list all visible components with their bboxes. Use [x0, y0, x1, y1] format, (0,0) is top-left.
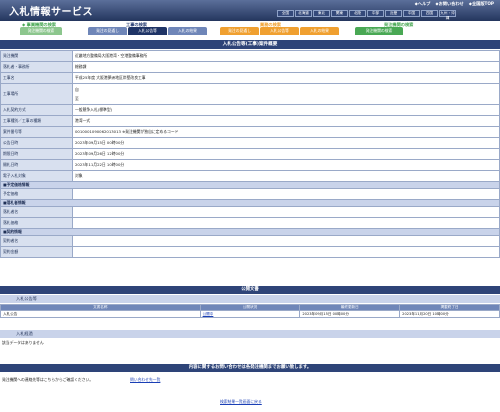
document-name: 入札公告: [0, 310, 201, 318]
row-label: 落札者・事務所: [0, 61, 73, 73]
tab-construction-notices[interactable]: 入札公告等: [128, 27, 167, 35]
public-docs-table: 文書名称 公開状況 最終更新日 掲載終了日 入札公告 公開中 2023年09月1…: [0, 304, 500, 318]
region-button[interactable]: 関東: [331, 10, 348, 17]
page-title: 入札公告等(工事)案件概要: [0, 40, 500, 49]
tab-agency-search-right[interactable]: 発注機関の検索: [355, 27, 403, 35]
contract-heading: ■契約情報: [0, 228, 500, 236]
document-status-link[interactable]: 公開中: [199, 310, 301, 318]
table-row: 入札契約方式 一般競争入札(標準型): [0, 104, 500, 116]
region-button[interactable]: 北海道: [295, 10, 312, 17]
tab-service-outlook[interactable]: 発注の見通し: [220, 27, 259, 35]
row-label: 電子入札対象: [0, 170, 73, 182]
region-button[interactable]: 北陸: [349, 10, 366, 17]
section-row: ■契約情報: [0, 228, 500, 236]
tab-service-notices[interactable]: 入札公告等: [260, 27, 299, 35]
row-value: 総務課: [72, 61, 500, 73]
no-data-message: 該当データはありません: [2, 340, 44, 345]
section-row: ■落札者情報: [0, 199, 500, 207]
row-label: 入札契約方式: [0, 104, 73, 116]
row-value: [72, 217, 500, 229]
table-row: 案件番号等 0010001090062013013 ※発注機関が独自に定めるコード: [0, 126, 500, 138]
row-value: 0010001090062013013 ※発注機関が独自に定めるコード: [72, 126, 500, 138]
tab-service-results[interactable]: 入札の結果: [300, 27, 339, 35]
row-label: 工事場所: [0, 83, 73, 105]
row-label: 期限日時: [0, 148, 73, 160]
table-row: 予定価格: [0, 188, 500, 200]
row-value: [72, 188, 500, 200]
region-buttons: 全国 北海道 東北 関東 北陸 中部 近畿 中国 四国 九州・沖縄: [277, 10, 456, 20]
table-row: 工事種別／工事の種類 港湾一式: [0, 115, 500, 127]
row-label: 落札者名: [0, 206, 73, 218]
region-button[interactable]: 東北: [313, 10, 330, 17]
row-value: 対象: [72, 170, 500, 182]
row-value: 近畿地方整備局大阪港湾・空港整備事務所: [72, 50, 500, 62]
row-label: 工事種別／工事の種類: [0, 115, 73, 127]
tab-construction-results[interactable]: 入札の結果: [168, 27, 207, 35]
contact-link[interactable]: ◆お問い合わせ: [435, 1, 463, 7]
row-value: [72, 206, 500, 218]
contact-text: 発注機関への連絡先等はこちらからご確認ください。: [2, 377, 94, 382]
table-row: 落札者名: [0, 206, 500, 218]
row-value: 2023年09月15日 00時00分: [72, 137, 500, 149]
document-updated: 2023年09月15日 00時00分: [299, 310, 401, 318]
region-button[interactable]: 全国: [277, 10, 294, 17]
table-row: 工事名 平成25年度 大阪港夢洲地区岸壁改良工事: [0, 72, 500, 84]
row-value: 自 至: [72, 83, 500, 105]
table-row: 契約金額: [0, 246, 500, 258]
table-row: 落札価格: [0, 217, 500, 229]
region-button[interactable]: 近畿: [385, 10, 402, 17]
row-value: 2023年11月22日 10時00分: [72, 159, 500, 171]
row-label: 案件番号等: [0, 126, 73, 138]
contact-list-link[interactable]: 問い合わせ先一覧: [130, 377, 160, 383]
table-row: 開札日時 2023年11月22日 10時00分: [0, 159, 500, 171]
row-value: [72, 235, 500, 247]
row-value: 港湾一式: [72, 115, 500, 127]
region-button[interactable]: 中部: [367, 10, 384, 17]
row-label: 公告日時: [0, 137, 73, 149]
site-header: 入札情報サービス ◆ヘルプ ◆お問い合わせ ◆全国版TOP 全国 北海道 東北 …: [0, 0, 500, 21]
site-title: 入札情報サービス: [9, 7, 93, 18]
row-value: [72, 246, 500, 258]
tab-construction-outlook[interactable]: 発注の見通し: [88, 27, 127, 35]
help-link[interactable]: ◆ヘルプ: [415, 1, 431, 7]
row-label: 契約金額: [0, 246, 73, 258]
row-label: 開札日時: [0, 159, 73, 171]
row-label: 工事名: [0, 72, 73, 84]
bid-results-heading: 入札経過: [0, 330, 500, 338]
region-button[interactable]: 九州・沖縄: [439, 10, 456, 20]
row-label: 契約者名: [0, 235, 73, 247]
section-row: ■予定価格情報: [0, 181, 500, 189]
row-label: 発注機関: [0, 50, 73, 62]
winner-heading: ■落札者情報: [0, 199, 500, 207]
tab-agency-search[interactable]: 発注機関の検索: [20, 27, 62, 35]
document-end-date: 2023年11月20日 10時00分: [399, 310, 500, 318]
table-row: 契約者名: [0, 235, 500, 247]
table-row: 発注機関 近畿地方整備局大阪港湾・空港整備事務所: [0, 50, 500, 62]
public-docs-title: 公開文書: [0, 286, 500, 294]
public-docs-subheading: 入札公告等: [0, 295, 500, 303]
table-row: 期限日時 2023年09月26日 12時00分: [0, 148, 500, 160]
row-value: 平成25年度 大阪港夢洲地区岸壁改良工事: [72, 72, 500, 84]
region-button[interactable]: 中国: [403, 10, 420, 17]
row-label: 予定価格: [0, 188, 73, 200]
planned-price-heading: ■予定価格情報: [0, 181, 500, 189]
utility-links: ◆ヘルプ ◆お問い合わせ ◆全国版TOP: [415, 1, 494, 7]
table-row: 入札公告 公開中 2023年09月15日 00時00分 2023年11月20日 …: [0, 310, 500, 318]
table-row: 工事場所自 至: [0, 83, 500, 105]
table-row: 落札者・事務所 総務課: [0, 61, 500, 73]
back-to-results-link[interactable]: 検索結果一覧画面に戻る: [220, 399, 262, 405]
project-detail-table: 発注機関 近畿地方整備局大阪港湾・空港整備事務所 落札者・事務所 総務課 工事名 平成…: [0, 50, 500, 258]
row-value: 一般競争入札(標準型): [72, 104, 500, 116]
table-row: 公告日時 2023年09月15日 00時00分: [0, 137, 500, 149]
contact-bar: 内容に関するお問い合わせは各発注機関までお願い致します。: [0, 364, 500, 372]
row-label: 落札価格: [0, 217, 73, 229]
navigation-tabs: ◆ 事業機関の検索 工事の検索 業務の検索 発注機関の検索 発注機関の検索 発注…: [0, 21, 500, 36]
national-top-link[interactable]: ◆全国版TOP: [469, 1, 494, 7]
row-value: 2023年09月26日 12時00分: [72, 148, 500, 160]
region-button[interactable]: 四国: [421, 10, 438, 17]
table-row: 電子入札対象 対象: [0, 170, 500, 182]
